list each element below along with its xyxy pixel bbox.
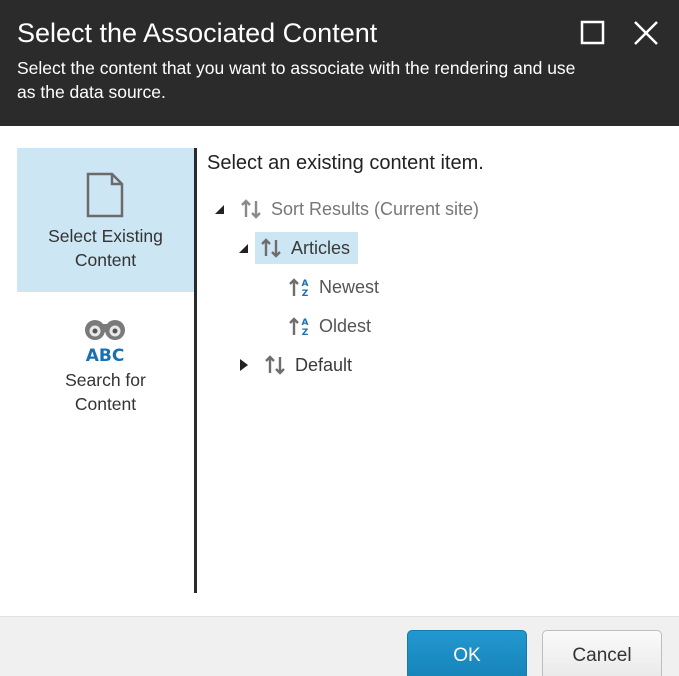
svg-text:A: A bbox=[302, 279, 309, 289]
tree-node-newest[interactable]: A Z Newest bbox=[283, 271, 387, 303]
tree-node-label: Default bbox=[295, 354, 353, 375]
nav-label: Select Existing Content bbox=[48, 226, 163, 270]
pane-divider bbox=[194, 148, 197, 593]
binoculars-abc-icon: ABC bbox=[85, 320, 125, 364]
close-icon bbox=[634, 21, 658, 45]
tree-node-sort-results[interactable]: Sort Results (Current site) bbox=[235, 193, 487, 225]
dialog-footer: OK Cancel bbox=[0, 616, 679, 676]
document-icon bbox=[86, 172, 124, 218]
collapse-toggle-icon[interactable] bbox=[236, 241, 250, 255]
tree-node-default[interactable]: Default bbox=[259, 349, 360, 381]
dialog-title: Select the Associated Content bbox=[17, 18, 378, 48]
cancel-button[interactable]: Cancel bbox=[542, 630, 662, 676]
nav-search-for-content[interactable]: ABC Search for Content bbox=[17, 294, 194, 434]
nav-select-existing-content[interactable]: Select Existing Content bbox=[17, 148, 194, 292]
dialog-header: Select the Associated Content Select the… bbox=[0, 0, 679, 126]
content-heading: Select an existing content item. bbox=[207, 152, 484, 174]
maximize-button[interactable] bbox=[578, 18, 608, 48]
close-button[interactable] bbox=[631, 18, 661, 48]
tree-node-articles[interactable]: Articles bbox=[255, 232, 359, 264]
collapse-toggle-icon[interactable] bbox=[212, 202, 226, 216]
expand-toggle-icon[interactable] bbox=[237, 358, 251, 372]
tree-node-label: Newest bbox=[319, 276, 380, 297]
ok-button[interactable]: OK bbox=[407, 630, 527, 676]
tree-node-label: Oldest bbox=[319, 315, 372, 336]
source-nav: Select Existing Content ABC Search for Con… bbox=[17, 148, 194, 593]
tree-node-label: Articles bbox=[291, 237, 351, 258]
maximize-icon bbox=[580, 20, 605, 45]
nav-label: Search for Content bbox=[65, 370, 146, 414]
dialog-subtitle: Select the content that you want to asso… bbox=[17, 58, 576, 102]
sort-icon bbox=[265, 355, 285, 375]
sort-icon bbox=[261, 238, 281, 258]
sort-icon bbox=[241, 199, 261, 219]
svg-text:Z: Z bbox=[302, 328, 309, 338]
tree-node-label: Sort Results (Current site) bbox=[271, 198, 480, 219]
sort-az-icon: A Z bbox=[289, 317, 309, 338]
sort-az-icon: A Z bbox=[289, 278, 309, 299]
tree-node-oldest[interactable]: A Z Oldest bbox=[283, 310, 379, 342]
svg-text:A: A bbox=[302, 318, 309, 328]
svg-text:Z: Z bbox=[302, 289, 309, 299]
svg-text:ABC: ABC bbox=[86, 346, 125, 364]
